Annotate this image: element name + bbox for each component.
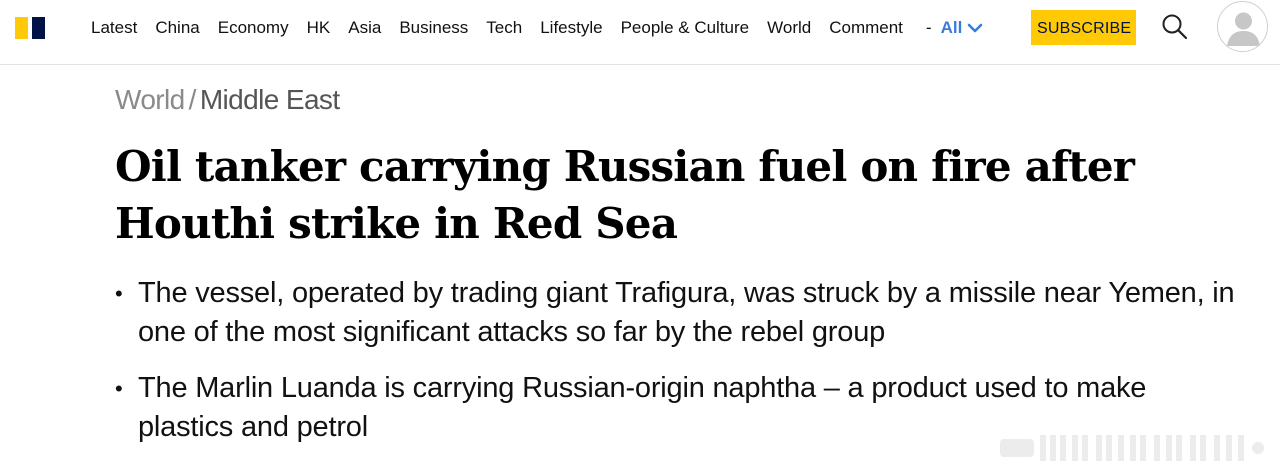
user-avatar-icon[interactable] bbox=[1217, 1, 1268, 52]
nav-item-business[interactable]: Business bbox=[399, 17, 468, 39]
nav-item-lifestyle[interactable]: Lifestyle bbox=[540, 17, 602, 39]
search-icon[interactable] bbox=[1161, 13, 1189, 41]
nav-item-people-culture[interactable]: People & Culture bbox=[621, 17, 750, 39]
bullet-marker: • bbox=[115, 281, 123, 306]
article-headline: Oil tanker carrying Russian fuel on fire… bbox=[115, 142, 1135, 248]
breadcrumb-separator: / bbox=[188, 84, 197, 115]
summary-bullet-text: The Marlin Luanda is carrying Russian-or… bbox=[138, 372, 1147, 443]
logo-navy-block bbox=[32, 17, 45, 39]
summary-bullets: • The vessel, operated by trading giant … bbox=[115, 274, 1245, 447]
summary-bullet-text: The vessel, operated by trading giant Tr… bbox=[138, 277, 1235, 348]
main-nav: Latest China Economy HK Asia Business Te… bbox=[82, 17, 983, 39]
nav-item-comment[interactable]: Comment bbox=[829, 17, 903, 39]
logo-yellow-block bbox=[15, 17, 28, 39]
nav-item-asia[interactable]: Asia bbox=[348, 17, 381, 39]
nav-all-menu[interactable]: All bbox=[941, 17, 984, 39]
nav-item-tech[interactable]: Tech bbox=[486, 17, 522, 39]
breadcrumb-subsection-link[interactable]: Middle East bbox=[200, 84, 340, 115]
nav-separator: - bbox=[925, 18, 932, 37]
nav-item-hk[interactable]: HK bbox=[307, 17, 331, 39]
top-navigation-bar: Latest China Economy HK Asia Business Te… bbox=[0, 0, 1280, 65]
breadcrumb: World / Middle East bbox=[115, 83, 340, 117]
nav-item-world[interactable]: World bbox=[767, 17, 811, 39]
bullet-marker: • bbox=[115, 376, 123, 401]
subscribe-button[interactable]: SUBSCRIBE bbox=[1031, 10, 1136, 45]
nav-item-latest[interactable]: Latest bbox=[91, 17, 137, 39]
breadcrumb-section-link[interactable]: World bbox=[115, 84, 185, 115]
watermark-graphic bbox=[1000, 435, 1264, 461]
nav-all-label: All bbox=[940, 18, 963, 37]
summary-bullet-item: • The vessel, operated by trading giant … bbox=[115, 274, 1245, 352]
nav-item-china[interactable]: China bbox=[155, 17, 199, 39]
site-logo[interactable] bbox=[15, 17, 47, 39]
nav-item-economy[interactable]: Economy bbox=[218, 17, 289, 39]
chevron-down-icon bbox=[968, 23, 983, 33]
